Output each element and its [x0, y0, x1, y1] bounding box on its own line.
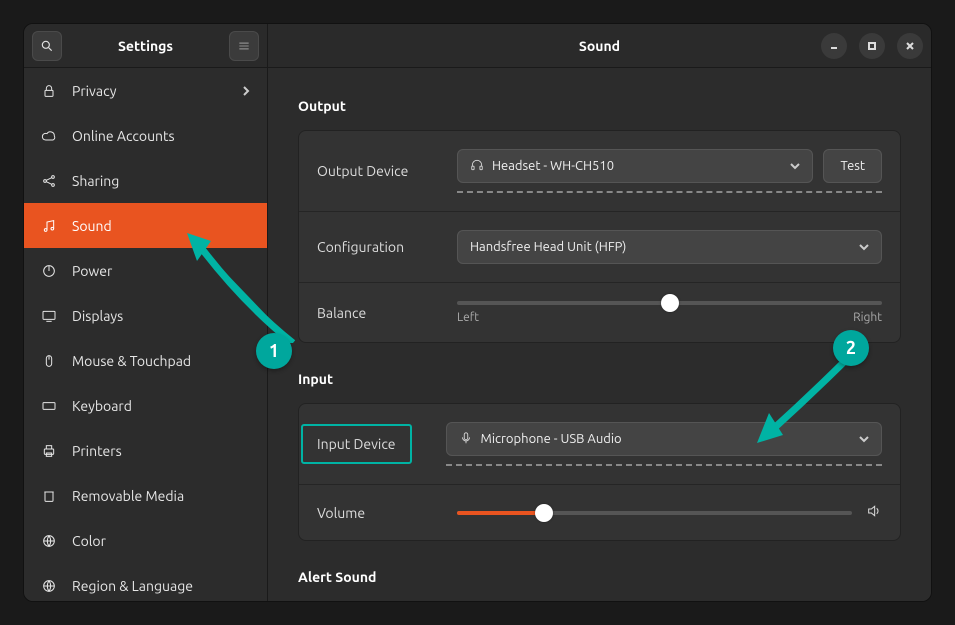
- printer-icon: [40, 442, 58, 460]
- removable-media-icon: [40, 487, 58, 505]
- input-device-label-highlight: Input Device: [301, 424, 412, 464]
- output-config-dropdown[interactable]: Handsfree Head Unit (HFP): [457, 230, 882, 264]
- sidebar-item-label: Power: [72, 263, 112, 279]
- sidebar-item-label: Mouse & Touchpad: [72, 353, 191, 369]
- input-device-label: Input Device: [317, 436, 396, 452]
- globe-icon: [40, 577, 58, 595]
- balance-left-label: Left: [457, 311, 479, 324]
- color-icon: [40, 532, 58, 550]
- output-section-title: Output: [298, 98, 901, 114]
- sidebar-item-label: Removable Media: [72, 488, 184, 504]
- mouse-icon: [40, 352, 58, 370]
- input-device-dropdown[interactable]: Microphone - USB Audio: [446, 422, 882, 456]
- sidebar-item-region-language[interactable]: Region & Language: [24, 563, 267, 601]
- sidebar-item-label: Printers: [72, 443, 122, 459]
- sidebar-item-label: Region & Language: [72, 578, 193, 594]
- display-icon: [40, 307, 58, 325]
- headset-icon: [470, 158, 484, 175]
- config-label: Configuration: [317, 239, 457, 255]
- chevron-down-icon: [859, 239, 869, 255]
- content-area: Output Output Device Headset - WH-CH510: [268, 68, 931, 601]
- page-title: Sound: [579, 38, 620, 54]
- sidebar-item-label: Privacy: [72, 83, 116, 99]
- sidebar-item-online-accounts[interactable]: Online Accounts: [24, 113, 267, 158]
- output-device-value: Headset - WH-CH510: [492, 159, 782, 173]
- sidebar-item-printers[interactable]: Printers: [24, 428, 267, 473]
- output-panel: Output Device Headset - WH-CH510 Tes: [298, 130, 901, 343]
- sidebar-item-sharing[interactable]: Sharing: [24, 158, 267, 203]
- sidebar-item-power[interactable]: Power: [24, 248, 267, 293]
- cloud-icon: [40, 127, 58, 145]
- sidebar: Privacy Online Accounts Sharing Sound Po…: [24, 68, 268, 601]
- sidebar-item-color[interactable]: Color: [24, 518, 267, 563]
- input-level-meter: [446, 464, 882, 466]
- test-output-button[interactable]: Test: [823, 149, 882, 183]
- keyboard-icon: [40, 397, 58, 415]
- sidebar-item-displays[interactable]: Displays: [24, 293, 267, 338]
- balance-label: Balance: [317, 305, 457, 321]
- search-button[interactable]: [32, 31, 62, 61]
- input-device-value: Microphone - USB Audio: [481, 432, 851, 446]
- balance-slider[interactable]: [457, 301, 882, 305]
- sidebar-item-label: Keyboard: [72, 398, 132, 414]
- sidebar-item-label: Color: [72, 533, 106, 549]
- microphone-icon: [459, 431, 473, 448]
- output-level-meter: [457, 191, 882, 193]
- sidebar-item-label: Sharing: [72, 173, 119, 189]
- music-icon: [40, 217, 58, 235]
- window-minimize-button[interactable]: [821, 33, 847, 59]
- alert-sound-section-title: Alert Sound: [298, 569, 901, 585]
- input-volume-slider[interactable]: [457, 511, 852, 515]
- config-value: Handsfree Head Unit (HFP): [470, 240, 851, 254]
- input-volume-label: Volume: [317, 505, 457, 521]
- sidebar-item-privacy[interactable]: Privacy: [24, 68, 267, 113]
- output-device-dropdown[interactable]: Headset - WH-CH510: [457, 149, 813, 183]
- power-icon: [40, 262, 58, 280]
- share-icon: [40, 172, 58, 190]
- input-section-title: Input: [298, 371, 901, 387]
- volume-icon: [866, 503, 882, 522]
- chevron-right-icon: [241, 83, 251, 99]
- sidebar-item-mouse-touchpad[interactable]: Mouse & Touchpad: [24, 338, 267, 383]
- output-device-label: Output Device: [317, 163, 457, 179]
- sidebar-item-sound[interactable]: Sound: [24, 203, 267, 248]
- sidebar-item-label: Online Accounts: [72, 128, 175, 144]
- sidebar-item-keyboard[interactable]: Keyboard: [24, 383, 267, 428]
- window-close-button[interactable]: [897, 33, 923, 59]
- sidebar-item-label: Displays: [72, 308, 123, 324]
- chevron-down-icon: [859, 431, 869, 447]
- chevron-down-icon: [790, 158, 800, 174]
- hamburger-menu-button[interactable]: [229, 31, 259, 61]
- app-title: Settings: [62, 38, 229, 54]
- lock-icon: [40, 82, 58, 100]
- input-panel: Input Device Microphone - USB Audio: [298, 403, 901, 541]
- sidebar-item-removable-media[interactable]: Removable Media: [24, 473, 267, 518]
- window-maximize-button[interactable]: [859, 33, 885, 59]
- balance-right-label: Right: [853, 311, 882, 324]
- sidebar-item-label: Sound: [72, 218, 112, 234]
